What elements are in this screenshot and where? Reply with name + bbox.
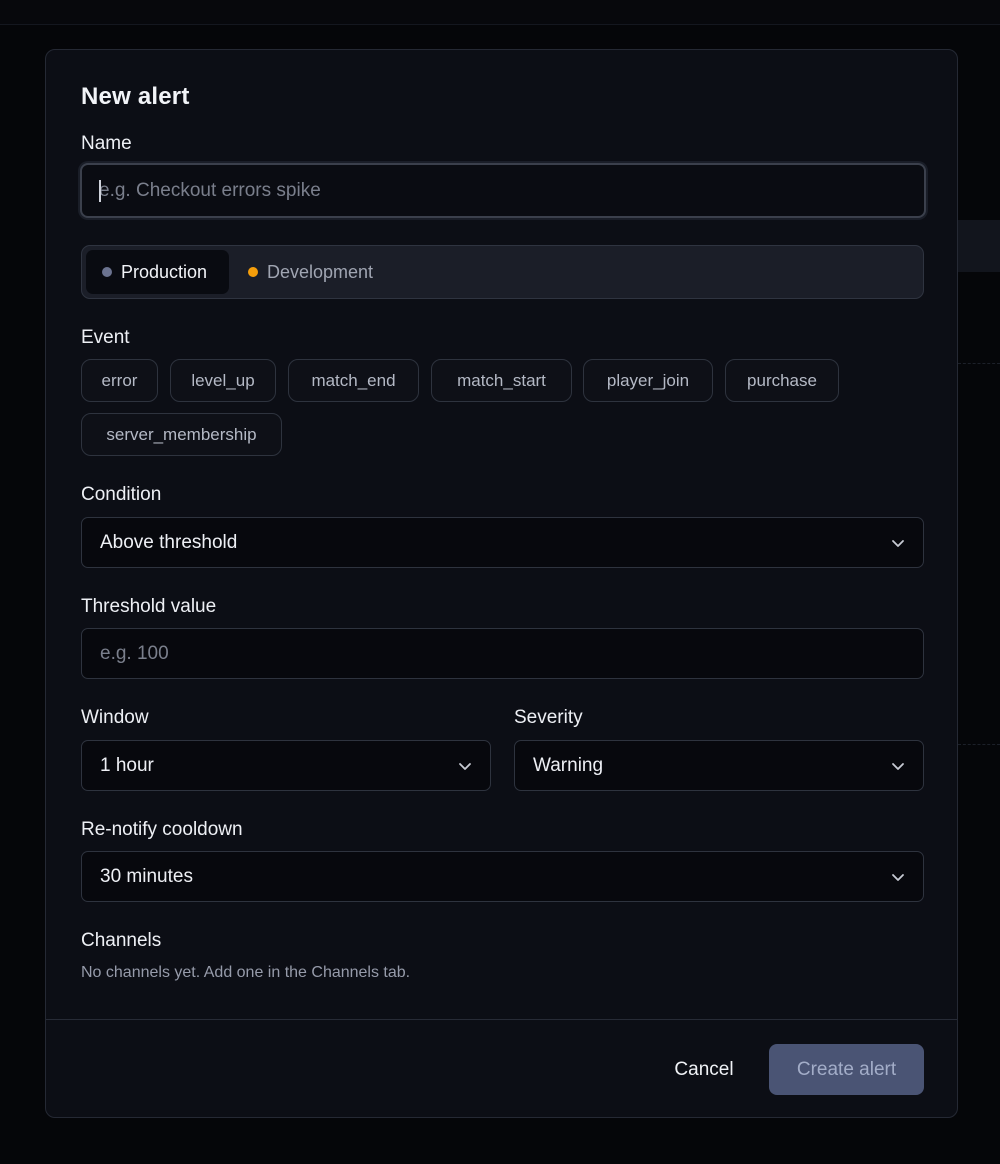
dialog-title: New alert: [81, 83, 190, 110]
event-chip-purchase[interactable]: purchase: [725, 359, 839, 402]
event-label: Event: [81, 327, 130, 348]
event-chip-server-membership[interactable]: server_membership: [81, 413, 282, 456]
channels-label: Channels: [81, 930, 162, 951]
cooldown-label: Re-notify cooldown: [81, 819, 243, 840]
environment-option-production[interactable]: Production: [86, 250, 229, 294]
background-divider: [958, 744, 1000, 745]
new-alert-dialog: New alert Name Production Development Ev…: [45, 49, 958, 1118]
channels-empty-message: No channels yet. Add one in the Channels…: [81, 964, 411, 981]
name-input[interactable]: [80, 163, 926, 218]
event-chip-error[interactable]: error: [81, 359, 158, 402]
background-divider: [958, 363, 1000, 364]
text-caret: [99, 180, 101, 202]
event-chip-player-join[interactable]: player_join: [583, 359, 713, 402]
threshold-label: Threshold value: [81, 596, 217, 617]
chevron-down-icon: [892, 539, 904, 547]
condition-value: Above threshold: [100, 531, 238, 553]
chevron-down-icon: [892, 762, 904, 770]
severity-select[interactable]: Warning: [514, 740, 924, 791]
footer-divider: [46, 1019, 957, 1020]
name-label: Name: [81, 133, 132, 154]
cooldown-select[interactable]: 30 minutes: [81, 851, 924, 902]
environment-option-label: Development: [267, 261, 374, 282]
event-chip-level-up[interactable]: level_up: [170, 359, 276, 402]
condition-label: Condition: [81, 484, 162, 505]
environment-option-development[interactable]: Development: [238, 250, 418, 294]
severity-label: Severity: [514, 707, 583, 728]
app-top-bar: [0, 0, 1000, 25]
status-dot-icon: [248, 267, 258, 277]
create-alert-button[interactable]: Create alert: [769, 1044, 924, 1095]
condition-select[interactable]: Above threshold: [81, 517, 924, 568]
chevron-down-icon: [459, 762, 471, 770]
threshold-input[interactable]: [81, 628, 924, 679]
window-value: 1 hour: [100, 754, 154, 776]
window-select[interactable]: 1 hour: [81, 740, 491, 791]
cooldown-value: 30 minutes: [100, 865, 193, 887]
environment-toggle: Production Development: [81, 245, 924, 299]
event-chip-match-start[interactable]: match_start: [431, 359, 572, 402]
environment-option-label: Production: [121, 261, 208, 282]
status-dot-icon: [102, 267, 112, 277]
cancel-button[interactable]: Cancel: [656, 1044, 752, 1095]
chevron-down-icon: [892, 873, 904, 881]
background-panel: [958, 220, 1000, 272]
window-label: Window: [81, 707, 149, 728]
severity-value: Warning: [533, 754, 604, 776]
event-chip-match-end[interactable]: match_end: [288, 359, 419, 402]
